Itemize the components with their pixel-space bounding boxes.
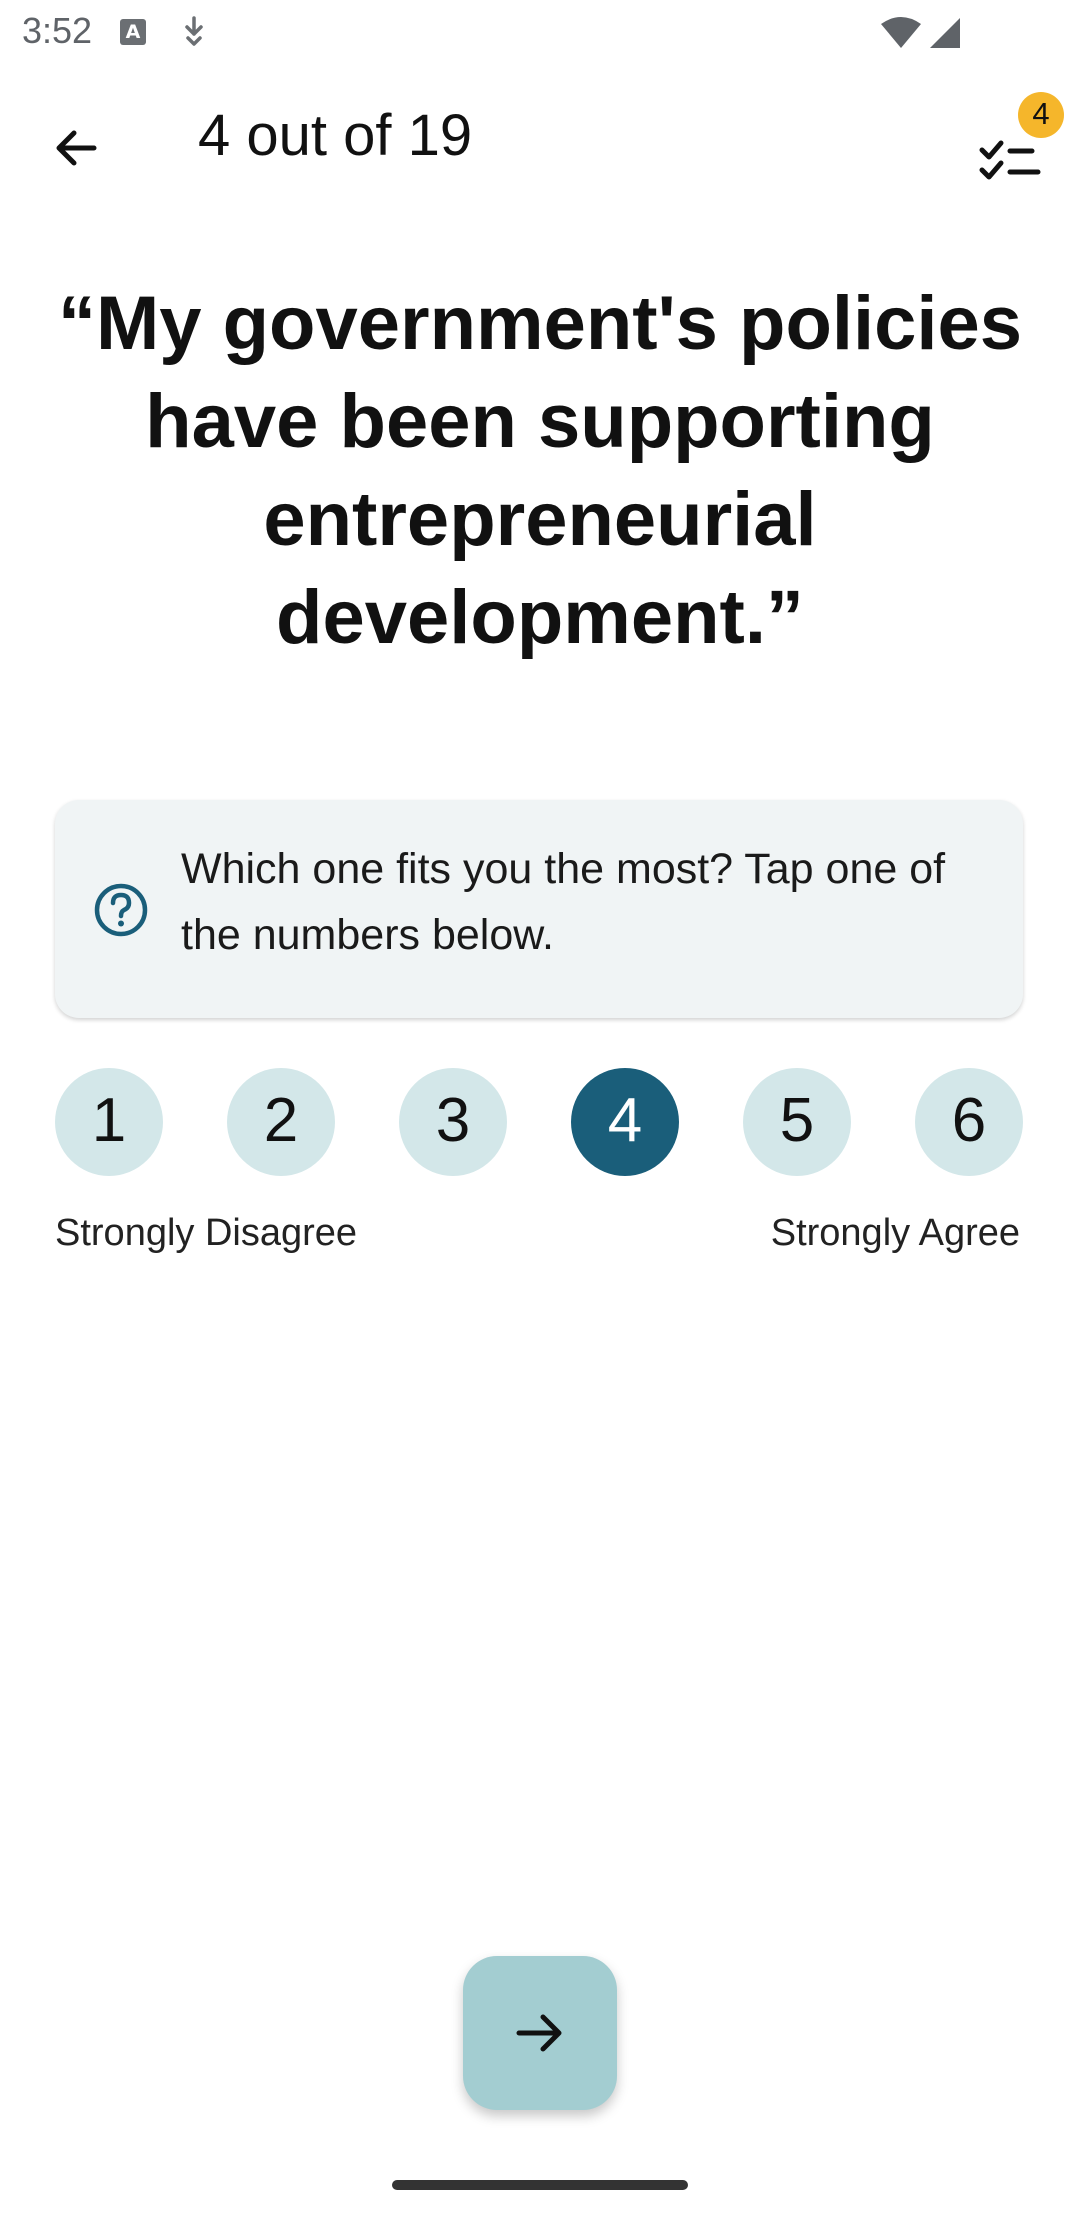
app-a-icon: A (120, 19, 146, 45)
help-circle-icon (94, 883, 148, 937)
cell-signal-icon (930, 18, 960, 48)
scale-label-min: Strongly Disagree (55, 1212, 358, 1254)
back-button[interactable] (36, 108, 116, 188)
download-icon (185, 16, 203, 46)
home-indicator[interactable] (392, 2180, 688, 2190)
survey-screen: 3:52 A 4 out of 19 4 “My government's po… (0, 0, 1080, 2220)
scale-label-max: Strongly Agree (770, 1212, 1020, 1254)
scale-option-5[interactable]: 5 (743, 1068, 851, 1176)
hint-text: Which one fits you the most? Tap one of … (181, 845, 946, 959)
progress-title: 4 out of 19 (198, 103, 473, 168)
hint-card: Which one fits you the most? Tap one of … (55, 800, 1023, 1018)
scale-option-2[interactable]: 2 (227, 1068, 335, 1176)
status-bar: 3:52 A (0, 0, 1080, 66)
app-bar: 4 out of 19 (0, 80, 1080, 200)
scale-option-3[interactable]: 3 (399, 1068, 507, 1176)
rating-scale: 1 2 3 4 5 6 (55, 1068, 1023, 1176)
status-time: 3:52 (22, 10, 93, 51)
scale-option-6[interactable]: 6 (915, 1068, 1023, 1176)
arrow-forward-icon (516, 2014, 562, 2052)
question-statement: “My government's policies have been supp… (57, 281, 1023, 660)
scale-option-1[interactable]: 1 (55, 1068, 163, 1176)
checklist-badge: 4 (1018, 92, 1064, 138)
wifi-icon (881, 17, 921, 48)
arrow-back-icon (56, 130, 97, 166)
scale-option-4[interactable]: 4 (571, 1068, 679, 1176)
next-button[interactable] (463, 1956, 617, 2110)
